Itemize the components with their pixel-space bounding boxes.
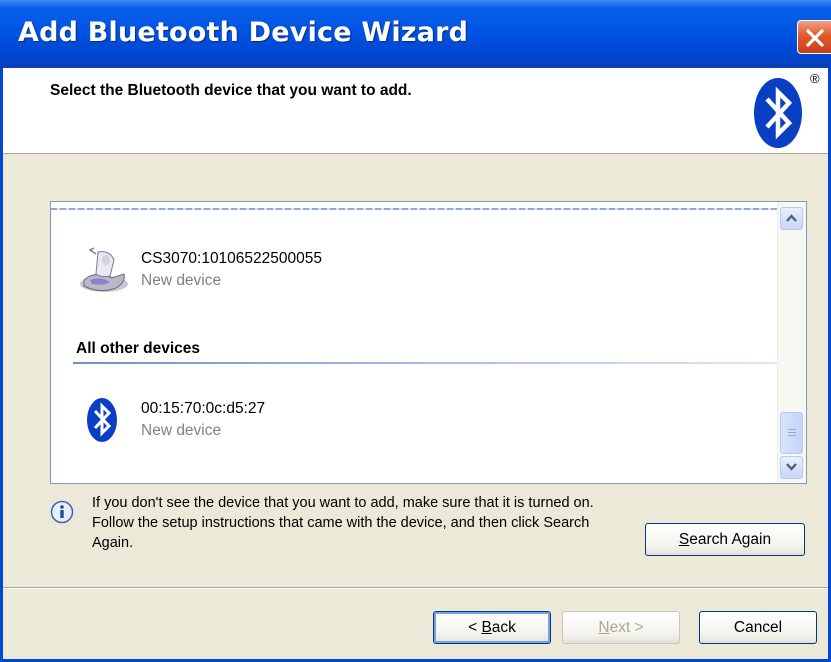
window-title: Add Bluetooth Device Wizard — [18, 17, 469, 48]
grip-line — [788, 429, 796, 430]
button-label-prefix: < — [468, 619, 482, 636]
partially-scrolled-item — [51, 208, 778, 210]
footer-divider — [0, 587, 831, 589]
grip-line — [788, 435, 796, 436]
back-button[interactable]: < Back — [433, 611, 551, 644]
device-list-item[interactable]: CS3070:10106522500055 New device — [51, 238, 777, 300]
device-name: CS3070:10106522500055 — [141, 250, 323, 267]
scroll-down-button[interactable] — [780, 456, 803, 479]
window-frame-left — [0, 68, 3, 662]
close-icon — [806, 29, 824, 47]
group-header: All other devices — [76, 340, 201, 357]
device-name: 00:15:70:0c:d5:27 — [141, 400, 266, 417]
next-button[interactable]: Next > — [562, 611, 680, 644]
accelerator-key: N — [598, 619, 610, 636]
group-divider — [73, 362, 778, 364]
bluetooth-device-icon — [87, 398, 117, 442]
button-label: ext > — [609, 619, 644, 636]
search-again-button[interactable]: Search Again — [645, 523, 805, 556]
scroll-thumb[interactable] — [780, 412, 803, 454]
scroll-up-button[interactable] — [780, 207, 803, 230]
registered-mark: ® — [810, 71, 820, 86]
grip-line — [788, 432, 796, 433]
info-icon — [50, 500, 74, 524]
device-status: New device — [141, 272, 222, 289]
accelerator-key: B — [481, 619, 492, 636]
info-text: If you don't see the device that you wan… — [92, 495, 594, 551]
scanner-device-icon — [80, 247, 128, 292]
wizard-header: Select the Bluetooth device that you wan… — [0, 68, 831, 154]
page-title: Select the Bluetooth device that you wan… — [50, 82, 412, 99]
bluetooth-logo-icon — [754, 78, 802, 148]
device-list[interactable]: CS3070:10106522500055 New device All oth… — [50, 201, 807, 484]
title-bar[interactable]: Add Bluetooth Device Wizard — [0, 0, 831, 68]
device-list-item[interactable]: 00:15:70:0c:d5:27 New device — [51, 392, 777, 452]
chevron-down-icon — [786, 463, 797, 471]
close-button[interactable] — [797, 20, 831, 54]
chevron-up-icon — [786, 214, 797, 222]
vertical-scrollbar[interactable] — [777, 202, 806, 483]
accelerator-key: S — [678, 531, 690, 548]
button-label: ack — [491, 619, 516, 636]
button-label: earch Again — [689, 531, 772, 548]
cancel-button[interactable]: Cancel — [699, 611, 817, 644]
device-status: New device — [141, 422, 222, 439]
